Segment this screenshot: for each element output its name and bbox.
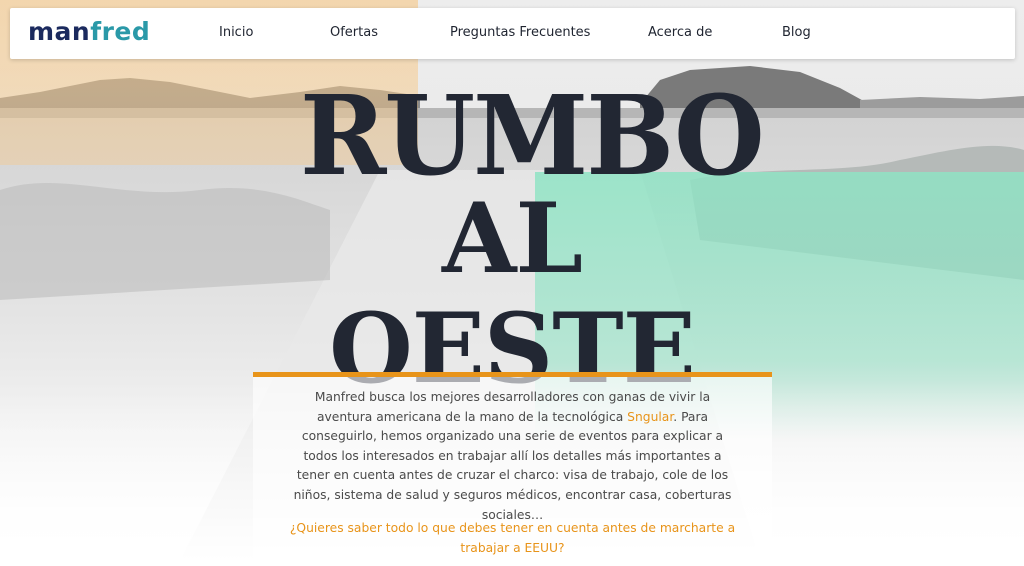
- intro-panel: Manfred busca los mejores desarrolladore…: [253, 372, 772, 566]
- nav-ofertas[interactable]: Ofertas: [330, 24, 378, 42]
- top-navbar: manfred Inicio Ofertas Preguntas Frecuen…: [10, 8, 1015, 59]
- manfred-logo[interactable]: manfred: [28, 17, 150, 47]
- nav-acerca-de[interactable]: Acerca de: [648, 24, 712, 42]
- nav-preguntas-frecuentes[interactable]: Preguntas Frecuentes: [450, 24, 590, 42]
- sngular-link[interactable]: Sngular: [627, 410, 673, 424]
- cta-link[interactable]: ¿Quieres saber todo lo que debes tener e…: [283, 519, 742, 558]
- hero-title-line1: RUMBO: [300, 70, 765, 201]
- nav-inicio[interactable]: Inicio: [219, 24, 253, 42]
- nav-blog[interactable]: Blog: [782, 24, 811, 42]
- intro-paragraph: Manfred busca los mejores desarrolladore…: [293, 390, 732, 522]
- hero-title-line2: AL OESTE: [329, 182, 696, 405]
- hero-title: RUMBO AL OESTE: [300, 70, 765, 403]
